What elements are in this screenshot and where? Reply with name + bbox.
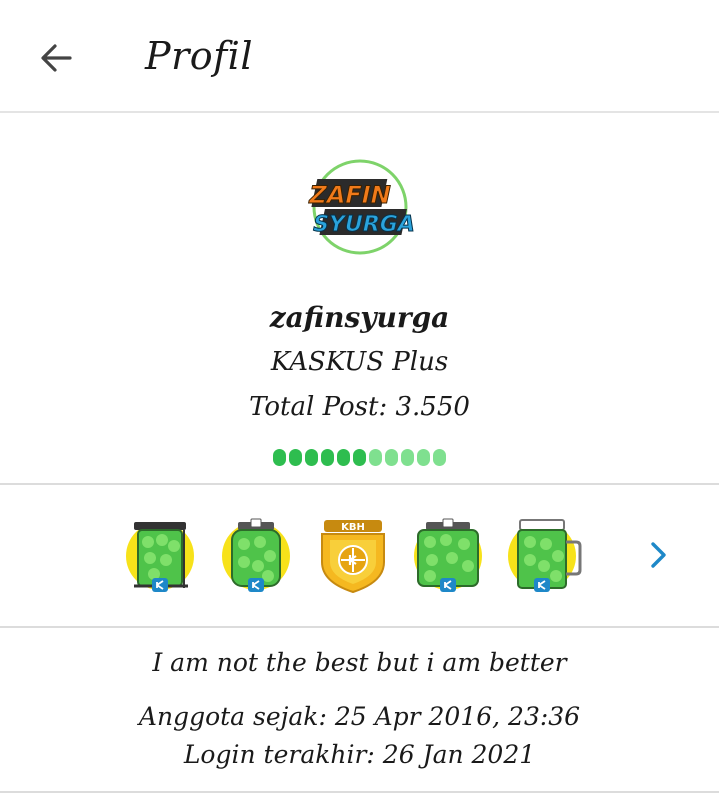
kbh-label: KBH — [341, 522, 365, 533]
badges-next-button[interactable] — [640, 537, 676, 573]
reputation-dot — [273, 449, 286, 466]
kaskus-box-badge-icon[interactable] — [412, 516, 486, 594]
reputation-dot — [353, 449, 366, 466]
kaskus-mug-badge-icon[interactable] — [508, 516, 582, 594]
avatar[interactable]: ZAFIN SYURGA — [302, 157, 418, 257]
reputation-dot — [433, 449, 446, 466]
app-bar: Profil — [0, 0, 719, 113]
about-section: I am not the best but i am better Anggot… — [0, 628, 719, 793]
avatar-text-bottom: SYURGA — [310, 211, 418, 237]
username: zafinsyurga — [269, 301, 450, 334]
kaskus-tower-badge-icon[interactable] — [124, 516, 198, 594]
back-button[interactable] — [34, 36, 78, 80]
rank-label: KASKUS Plus — [270, 347, 449, 377]
reputation-dot — [337, 449, 350, 466]
reputation-dot — [401, 449, 414, 466]
reputation-bar — [273, 449, 446, 467]
total-post: Total Post: 3.550 — [249, 392, 470, 422]
kbh-shield-badge-icon[interactable]: KBH — [316, 516, 390, 594]
reputation-dot — [305, 449, 318, 466]
reputation-dot — [369, 449, 382, 466]
reputation-dot — [417, 449, 430, 466]
chevron-right-icon — [651, 542, 666, 568]
reputation-dot — [385, 449, 398, 466]
reputation-dot — [289, 449, 302, 466]
badge-strip: KBH — [0, 485, 719, 628]
avatar-text-top: ZAFIN — [306, 180, 393, 209]
profile-card: ZAFIN SYURGA zafinsyurga KASKUS Plus Tot… — [0, 113, 719, 485]
last-login: Login terakhir: 26 Jan 2021 — [183, 740, 536, 769]
reputation-dot — [321, 449, 334, 466]
page-title: Profil — [145, 34, 253, 78]
kaskus-jar-badge-icon[interactable] — [220, 516, 294, 594]
bio-text: I am not the best but i am better — [152, 648, 567, 677]
arrow-left-icon — [41, 44, 72, 72]
member-since: Anggota sejak: 25 Apr 2016, 23:36 — [138, 702, 581, 731]
